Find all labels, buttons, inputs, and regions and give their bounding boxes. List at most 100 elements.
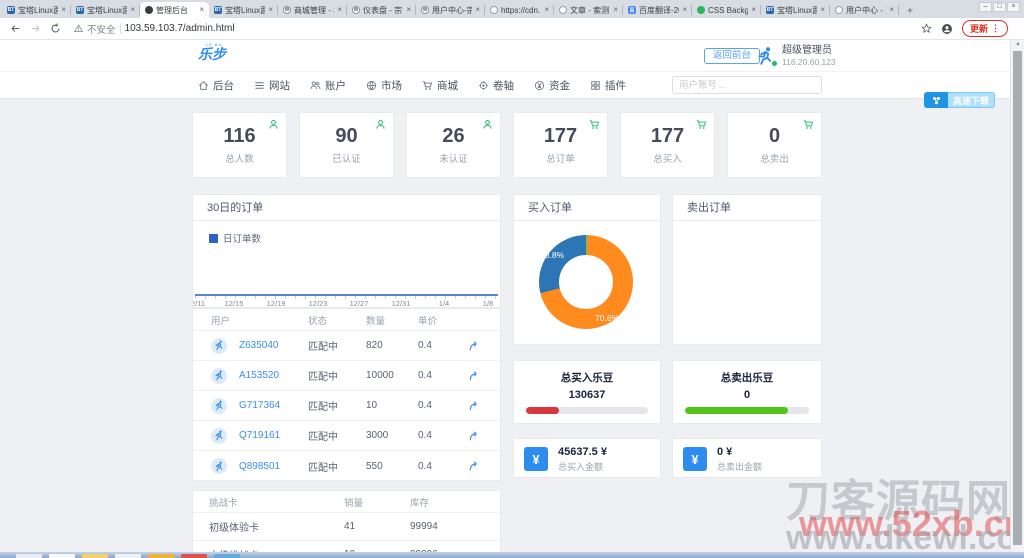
- browser-tab[interactable]: 百百度翻译-20 ×: [623, 2, 692, 18]
- browser-tab[interactable]: W 商城管理 - 3 ×: [278, 2, 347, 18]
- browser-tab[interactable]: CSS Backgr ×: [692, 2, 761, 18]
- tab-close-icon[interactable]: ×: [544, 6, 549, 14]
- x-tick-label: 12/31: [391, 299, 411, 308]
- table-row: 初级体验卡 41 99994: [193, 513, 500, 541]
- bean-value: 0: [743, 389, 751, 401]
- baota-favicon: BT: [766, 6, 774, 14]
- chrome-update-button[interactable]: 更新 ⋮: [961, 20, 1008, 37]
- profile-icon[interactable]: [941, 23, 953, 35]
- tab-close-icon[interactable]: ×: [682, 6, 687, 14]
- admin-account[interactable]: 超级管理员 116.20.60.123: [756, 45, 836, 67]
- tab-title: https://cdn.: [501, 5, 541, 15]
- chart-legend[interactable]: 日订单数: [209, 231, 261, 245]
- order-price: 0.4: [418, 370, 432, 381]
- nav-item-mall[interactable]: 商城: [422, 78, 458, 93]
- share-arrow-icon[interactable]: [468, 370, 480, 382]
- tab-close-icon[interactable]: ×: [889, 6, 894, 14]
- windows-taskbar[interactable]: [0, 552, 1024, 558]
- back-icon[interactable]: [10, 23, 21, 34]
- share-arrow-icon[interactable]: [468, 340, 480, 352]
- tab-title: 文章 - 索测: [570, 5, 610, 15]
- taskbar-item[interactable]: [82, 554, 108, 558]
- url-text[interactable]: 103.59.103.7/admin.html: [125, 23, 235, 34]
- taskbar-item[interactable]: [49, 554, 75, 558]
- browser-tab[interactable]: BT 宝塔Linux面 ×: [761, 2, 830, 18]
- close-button[interactable]: ×: [1007, 2, 1020, 12]
- forward-icon[interactable]: [30, 23, 41, 34]
- page-scrollbar[interactable]: ▲: [1010, 40, 1024, 552]
- lebu-logo[interactable]: LE BU 乐步: [198, 43, 226, 63]
- nav-item-plugins[interactable]: 插件: [590, 78, 626, 93]
- money-label: 总买入金额: [558, 462, 604, 472]
- tab-close-icon[interactable]: ×: [751, 6, 756, 14]
- search-input[interactable]: [673, 79, 817, 91]
- nav-item-market[interactable]: 市场: [366, 78, 402, 93]
- taskbar-item[interactable]: [214, 554, 240, 558]
- browser-tab[interactable]: https://cdn. ×: [485, 2, 554, 18]
- back-to-front-button[interactable]: 返回前台: [704, 48, 761, 64]
- user-link[interactable]: Q898501: [239, 461, 308, 472]
- grid-icon: [590, 80, 601, 91]
- donut-label-blue: 28.8%: [540, 250, 565, 260]
- stat-card-total-sells: 0 总卖出: [727, 112, 822, 178]
- col-status: 状态: [308, 315, 328, 327]
- scroll-up-arrow[interactable]: ▲: [1011, 41, 1024, 47]
- gear-icon: [478, 80, 489, 91]
- browser-tab[interactable]: 用户中心 - 页×: [830, 2, 899, 18]
- window-controls: – □ ×: [979, 2, 1020, 12]
- security-chip[interactable]: 不安全 103.59.103.7/admin.html: [74, 22, 235, 36]
- netdisk-download-badge[interactable]: 高速下载: [924, 92, 996, 108]
- nav-item-accounts[interactable]: 账户: [310, 78, 346, 93]
- browser-tab[interactable]: BT 宝塔Linux面 ×: [71, 2, 140, 18]
- table-row: A153520 匹配中 10000 0.4: [193, 361, 500, 391]
- tab-close-icon[interactable]: ×: [406, 6, 411, 14]
- taskbar-item[interactable]: [181, 554, 207, 558]
- nav-item-funds[interactable]: 资金: [534, 78, 570, 93]
- scrollbar-thumb[interactable]: [1013, 51, 1022, 545]
- user-link[interactable]: Z635040: [239, 340, 308, 351]
- maximize-button[interactable]: □: [993, 2, 1006, 12]
- share-arrow-icon[interactable]: [468, 400, 480, 412]
- tab-close-icon[interactable]: ×: [820, 6, 825, 14]
- reload-icon[interactable]: [50, 23, 61, 34]
- col-qty: 数量: [366, 315, 386, 327]
- x-tick-label: 1/4: [438, 299, 450, 308]
- tab-close-icon[interactable]: ×: [475, 6, 480, 14]
- tab-close-icon[interactable]: ×: [268, 6, 273, 14]
- bookmark-star-icon[interactable]: [921, 23, 932, 34]
- x-tick-label: 12/11: [193, 299, 206, 308]
- download-label: 高速下载: [948, 92, 996, 108]
- tab-title: 宝塔Linux面: [18, 5, 59, 15]
- user-link[interactable]: Q719161: [239, 430, 308, 441]
- tab-close-icon[interactable]: ×: [199, 6, 204, 14]
- share-arrow-icon[interactable]: [468, 460, 480, 472]
- minimize-button[interactable]: –: [979, 2, 992, 12]
- browser-tab[interactable]: BT 宝塔Linux面 ×: [209, 2, 278, 18]
- tab-close-icon[interactable]: ×: [613, 6, 618, 14]
- security-label: 不安全: [87, 24, 116, 36]
- share-arrow-icon[interactable]: [468, 430, 480, 442]
- taskbar-item[interactable]: [115, 554, 141, 558]
- menu-dots-icon[interactable]: ⋮: [991, 23, 1000, 34]
- user-avatar: [211, 427, 227, 444]
- taskbar-item[interactable]: [16, 554, 42, 558]
- tab-close-icon[interactable]: ×: [61, 6, 66, 14]
- user-link[interactable]: G717364: [239, 400, 308, 411]
- cart-icon: [803, 119, 814, 130]
- user-link[interactable]: A153520: [239, 370, 308, 381]
- taskbar-item[interactable]: [148, 554, 174, 558]
- browser-tab[interactable]: BT 宝塔Linux面 ×: [2, 2, 71, 18]
- nav-item-backend[interactable]: 后台: [198, 78, 234, 93]
- browser-tab[interactable]: 文章 - 索测 ×: [554, 2, 623, 18]
- nav-item-website[interactable]: 网站: [254, 78, 290, 93]
- legend-swatch: [209, 233, 218, 243]
- tab-close-icon[interactable]: ×: [337, 6, 342, 14]
- browser-tab[interactable]: W 用户中心-宗 ×: [416, 2, 485, 18]
- nav-item-scroll[interactable]: 卷轴: [478, 78, 514, 93]
- tab-close-icon[interactable]: ×: [130, 6, 135, 14]
- browser-tab[interactable]: W 仪表盘 - 宗 ×: [347, 2, 416, 18]
- order-status: 匹配中: [308, 432, 338, 443]
- browser-tab-active[interactable]: 管理后台 ×: [140, 2, 209, 18]
- new-tab-button[interactable]: +: [902, 4, 918, 18]
- nav-label: 插件: [605, 79, 626, 92]
